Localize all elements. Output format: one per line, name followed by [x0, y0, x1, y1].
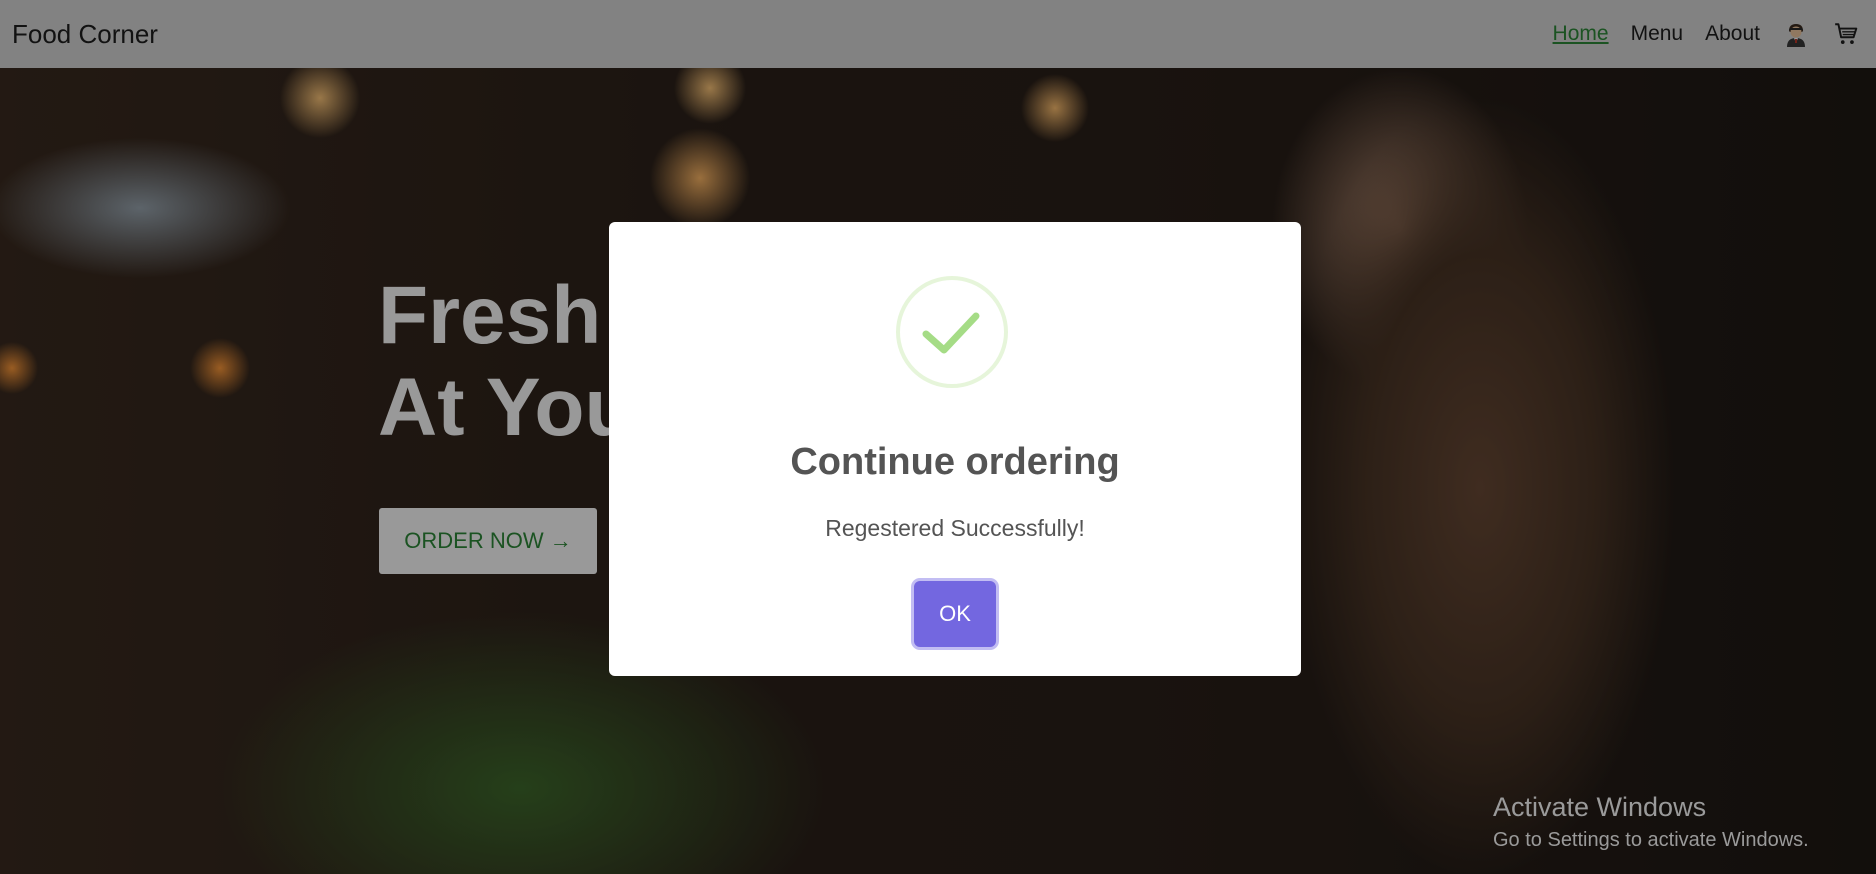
dialog-message: Regestered Successfully! — [825, 515, 1085, 541]
watermark-title: Activate Windows — [1493, 792, 1707, 822]
watermark-subtitle: Go to Settings to activate Windows. — [1493, 829, 1809, 851]
dialog-title: Continue ordering — [790, 441, 1120, 483]
success-dialog: Continue ordering Regestered Successfull… — [609, 222, 1301, 676]
success-check-icon — [896, 276, 1008, 388]
windows-activation-watermark: Activate Windows Go to Settings to activ… — [1493, 792, 1809, 852]
ok-button[interactable]: OK — [914, 581, 996, 647]
